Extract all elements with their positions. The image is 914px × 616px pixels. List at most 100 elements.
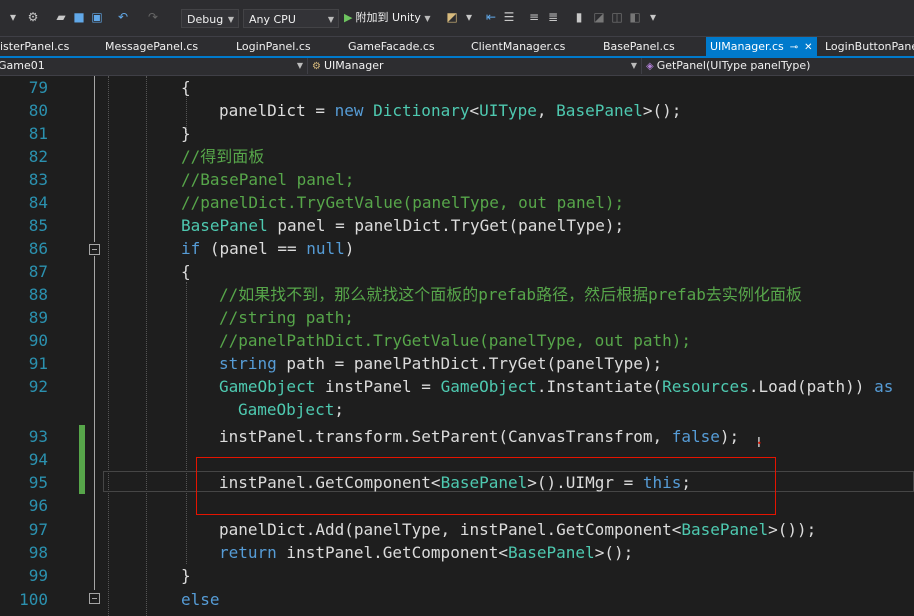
code-text: else: [181, 590, 220, 609]
browser-link-icon[interactable]: ◩: [445, 10, 459, 24]
tab-messagepanel[interactable]: MessagePanel.cs: [105, 37, 198, 56]
line-number: 90: [28, 331, 48, 350]
line-number: 93: [28, 427, 48, 446]
code-comment: //panelDict.TryGetValue(panelType, out p…: [181, 193, 625, 212]
code-comment: //得到面板: [181, 147, 265, 166]
class-dropdown[interactable]: ⚙ UIManager ▼: [312, 58, 642, 74]
solution-config-select[interactable]: Debug ▼: [181, 9, 239, 28]
code-line: 85 BasePanel panel = panelDict.TryGet(pan…: [0, 214, 914, 237]
code-comment: //string path;: [219, 308, 354, 327]
comment-icon[interactable]: ≡: [527, 10, 541, 24]
line-number: 80: [28, 101, 48, 120]
tab-label: LoginButtonPanel.cs: [825, 40, 914, 53]
undo-icon[interactable]: ↶: [116, 10, 130, 24]
code-line: 89 //string path;: [0, 306, 914, 329]
chevron-down-icon: ▼: [424, 14, 431, 23]
chevron-down-icon: ▼: [227, 15, 234, 24]
project-dropdown[interactable]: Game01 ▼: [0, 58, 308, 74]
next-bookmark-icon[interactable]: ◫: [610, 10, 624, 24]
open-file-icon[interactable]: ▰: [54, 10, 68, 24]
code-comment: //BasePanel panel;: [181, 170, 355, 189]
code-text: }: [181, 566, 191, 585]
code-line: 86 if (panel == null): [0, 237, 914, 260]
align-icon[interactable]: ☰: [502, 10, 516, 24]
code-text: {: [181, 78, 191, 97]
bookmark-icon[interactable]: ▮: [572, 10, 586, 24]
code-line: 97 panelDict.Add(panelType, instPanel.Get…: [0, 518, 914, 541]
tab-label: BasePanel.cs: [603, 40, 675, 53]
code-comment: //如果找不到，那么就找这个面板的prefab路径，然后根据prefab去实例化…: [219, 285, 802, 304]
save-all-icon[interactable]: ▣: [90, 10, 104, 24]
line-number: 81: [28, 124, 48, 143]
code-text: return instPanel.GetComponent<BasePanel>…: [219, 543, 634, 562]
toolbar-overflow-icon[interactable]: ▾: [646, 10, 660, 24]
code-text: panelDict.Add(panelType, instPanel.GetCo…: [219, 520, 817, 539]
code-text: GameObject instPanel = GameObject.Instan…: [219, 377, 894, 396]
code-line: 88 //如果找不到，那么就找这个面板的prefab路径，然后根据prefab去实…: [0, 283, 914, 306]
line-number: 91: [28, 354, 48, 373]
code-text: instPanel.transform.SetParent(CanvasTran…: [219, 427, 740, 446]
code-line: 87 {: [0, 260, 914, 283]
tab-uimanager[interactable]: UIManager.cs ⊸ ✕: [706, 37, 817, 56]
tab-loginpanel[interactable]: LoginPanel.cs: [236, 37, 311, 56]
code-line: 79 {: [0, 76, 914, 99]
code-text: string path = panelPathDict.TryGet(panel…: [219, 354, 663, 373]
tab-label: isterPanel.cs: [0, 40, 70, 53]
code-line: 99}: [0, 564, 914, 587]
code-line-wrap: GameObject;: [0, 398, 914, 421]
save-icon[interactable]: ■: [72, 10, 86, 24]
code-line: 93 instPanel.transform.SetParent(CanvasTr…: [0, 425, 914, 448]
close-icon[interactable]: ✕: [804, 42, 812, 53]
toolbar: ▾ ⚙ ▰ ■ ▣ ↶ ↷ Debug ▼ Any CPU ▼ ▶ 附加到 Unity…: [0, 0, 914, 37]
code-comment: //panelPathDict.TryGetValue(panelType, o…: [219, 331, 692, 350]
document-tabs: isterPanel.cs MessagePanel.cs LoginPanel…: [0, 37, 914, 56]
tab-basepanel[interactable]: BasePanel.cs: [603, 37, 675, 56]
line-number: 86: [28, 239, 48, 258]
code-line: 83 //BasePanel panel;: [0, 168, 914, 191]
step-icon[interactable]: ▾: [462, 10, 476, 24]
pin-icon[interactable]: ⊸: [790, 42, 798, 53]
tab-registerpanel[interactable]: isterPanel.cs: [0, 37, 69, 56]
attach-unity-button[interactable]: ▶ 附加到 Unity ▼: [344, 10, 431, 27]
undo-history-icon[interactable]: ▾: [6, 10, 20, 24]
line-number: 82: [28, 147, 48, 166]
line-number: 85: [28, 216, 48, 235]
code-line: 80 panelDict = new Dictionary<UIType, Bas…: [0, 99, 914, 122]
line-number: 89: [28, 308, 48, 327]
tab-label: ClientManager.cs: [471, 40, 566, 53]
project-value: Game01: [0, 59, 45, 72]
code-line: 91 string path = panelPathDict.TryGet(pan…: [0, 352, 914, 375]
tab-clientmanager[interactable]: ClientManager.cs: [471, 37, 565, 56]
line-number: 99: [28, 566, 48, 585]
code-editor[interactable]: 79 { 80 panelDict = new Dictionary<UIType,…: [0, 76, 914, 616]
chevron-down-icon: ▼: [327, 15, 334, 24]
tab-gamefacade[interactable]: GameFacade.cs: [348, 37, 435, 56]
tab-loginbuttonpanel[interactable]: LoginButtonPanel.cs: [825, 37, 914, 56]
line-number: 92: [28, 377, 48, 396]
class-value: UIManager: [323, 59, 384, 72]
redo-icon[interactable]: ↷: [146, 10, 160, 24]
code-line: 90 //panelPathDict.TryGetValue(panelType,…: [0, 329, 914, 352]
line-number: 87: [28, 262, 48, 281]
method-icon: ◈: [646, 61, 654, 72]
line-number: 83: [28, 170, 48, 189]
platform-value: Any CPU: [249, 13, 296, 26]
prev-bookmark-icon[interactable]: ◪: [592, 10, 606, 24]
uncomment-icon[interactable]: ≣: [546, 10, 560, 24]
clear-bookmarks-icon[interactable]: ◧: [628, 10, 642, 24]
solution-config-value: Debug: [187, 13, 224, 26]
new-project-icon[interactable]: ⚙: [26, 10, 40, 24]
member-value: GetPanel(UIType panelType): [656, 59, 811, 72]
member-dropdown[interactable]: ◈ GetPanel(UIType panelType): [646, 58, 914, 74]
code-line: 84 //panelDict.TryGetValue(panelType, out…: [0, 191, 914, 214]
line-number: 84: [28, 193, 48, 212]
play-icon: ▶: [344, 11, 353, 24]
code-line: 92 GameObject instPanel = GameObject.Inst…: [0, 375, 914, 398]
text-cursor-icon: I •: [757, 436, 762, 451]
chevron-down-icon: ▼: [296, 61, 303, 70]
code-line: 82 //得到面板: [0, 145, 914, 168]
line-number: 88: [28, 285, 48, 304]
platform-select[interactable]: Any CPU ▼: [243, 9, 339, 28]
highlight-annotation-box: [196, 457, 776, 515]
format-icon[interactable]: ⇤: [484, 10, 498, 24]
